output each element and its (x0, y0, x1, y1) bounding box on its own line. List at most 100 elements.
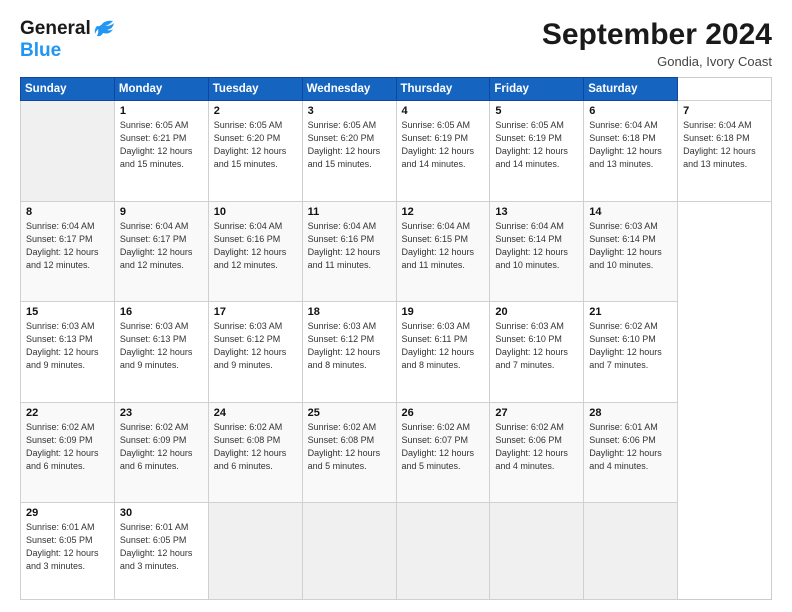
calendar-cell: 28 Sunrise: 6:01 AMSunset: 6:06 PMDayligh… (584, 402, 678, 503)
calendar-cell (584, 503, 678, 600)
day-info: Sunrise: 6:02 AMSunset: 6:09 PMDaylight:… (26, 421, 110, 473)
day-number: 13 (495, 206, 579, 218)
calendar-week-3: 15 Sunrise: 6:03 AMSunset: 6:13 PMDayligh… (21, 302, 772, 403)
day-number: 12 (402, 206, 486, 218)
header: General Blue September 2024 Gondia, Ivor… (20, 18, 772, 69)
calendar-week-5: 29 Sunrise: 6:01 AMSunset: 6:05 PMDayligh… (21, 503, 772, 600)
day-number: 7 (683, 105, 767, 117)
location: Gondia, Ivory Coast (542, 54, 772, 69)
logo: General Blue (20, 18, 115, 62)
calendar-cell: 20 Sunrise: 6:03 AMSunset: 6:10 PMDayligh… (490, 302, 584, 403)
day-info: Sunrise: 6:03 AMSunset: 6:13 PMDaylight:… (120, 320, 204, 372)
day-info: Sunrise: 6:02 AMSunset: 6:06 PMDaylight:… (495, 421, 579, 473)
calendar-header-saturday: Saturday (584, 78, 678, 101)
day-info: Sunrise: 6:02 AMSunset: 6:08 PMDaylight:… (308, 421, 392, 473)
day-number: 2 (214, 105, 298, 117)
day-info: Sunrise: 6:04 AMSunset: 6:17 PMDaylight:… (120, 220, 204, 272)
day-number: 11 (308, 206, 392, 218)
day-info: Sunrise: 6:02 AMSunset: 6:08 PMDaylight:… (214, 421, 298, 473)
calendar-header-friday: Friday (490, 78, 584, 101)
calendar-cell: 9 Sunrise: 6:04 AMSunset: 6:17 PMDaylight… (114, 201, 208, 302)
calendar-cell: 3Sunrise: 6:05 AMSunset: 6:20 PMDaylight… (302, 101, 396, 202)
logo-bird-icon (93, 19, 115, 39)
day-number: 17 (214, 306, 298, 318)
calendar-cell: 23Sunrise: 6:02 AMSunset: 6:09 PMDayligh… (114, 402, 208, 503)
calendar-cell (21, 101, 115, 202)
day-number: 18 (308, 306, 392, 318)
day-info: Sunrise: 6:01 AMSunset: 6:06 PMDaylight:… (589, 421, 673, 473)
day-number: 9 (120, 206, 204, 218)
calendar-cell: 12 Sunrise: 6:04 AMSunset: 6:15 PMDayligh… (396, 201, 490, 302)
calendar-cell: 30Sunrise: 6:01 AMSunset: 6:05 PMDayligh… (114, 503, 208, 600)
day-number: 29 (26, 507, 110, 519)
day-number: 5 (495, 105, 579, 117)
day-info: Sunrise: 6:05 AMSunset: 6:19 PMDaylight:… (402, 119, 486, 171)
calendar-cell (490, 503, 584, 600)
logo-blue: Blue (20, 40, 115, 62)
page: General Blue September 2024 Gondia, Ivor… (0, 0, 792, 612)
day-number: 8 (26, 206, 110, 218)
day-number: 15 (26, 306, 110, 318)
day-number: 20 (495, 306, 579, 318)
calendar-cell: 24 Sunrise: 6:02 AMSunset: 6:08 PMDayligh… (208, 402, 302, 503)
calendar-cell: 21 Sunrise: 6:02 AMSunset: 6:10 PMDayligh… (584, 302, 678, 403)
day-number: 3 (308, 105, 392, 117)
day-info: Sunrise: 6:03 AMSunset: 6:13 PMDaylight:… (26, 320, 110, 372)
calendar-header-row: SundayMondayTuesdayWednesdayThursdayFrid… (21, 78, 772, 101)
calendar-week-1: 1Sunrise: 6:05 AMSunset: 6:21 PMDaylight… (21, 101, 772, 202)
day-number: 6 (589, 105, 673, 117)
day-number: 23 (120, 407, 204, 419)
month-title: September 2024 (542, 18, 772, 52)
calendar-cell: 14Sunrise: 6:03 AMSunset: 6:14 PMDayligh… (584, 201, 678, 302)
day-number: 21 (589, 306, 673, 318)
day-info: Sunrise: 6:04 AMSunset: 6:17 PMDaylight:… (26, 220, 110, 272)
calendar-cell: 22 Sunrise: 6:02 AMSunset: 6:09 PMDayligh… (21, 402, 115, 503)
day-info: Sunrise: 6:03 AMSunset: 6:10 PMDaylight:… (495, 320, 579, 372)
calendar-cell: 19Sunrise: 6:03 AMSunset: 6:11 PMDayligh… (396, 302, 490, 403)
day-number: 24 (214, 407, 298, 419)
day-info: Sunrise: 6:04 AMSunset: 6:14 PMDaylight:… (495, 220, 579, 272)
day-info: Sunrise: 6:04 AMSunset: 6:18 PMDaylight:… (589, 119, 673, 171)
calendar-cell: 11 Sunrise: 6:04 AMSunset: 6:16 PMDayligh… (302, 201, 396, 302)
day-info: Sunrise: 6:02 AMSunset: 6:07 PMDaylight:… (402, 421, 486, 473)
day-info: Sunrise: 6:05 AMSunset: 6:20 PMDaylight:… (214, 119, 298, 171)
calendar-cell (302, 503, 396, 600)
calendar-cell: 13 Sunrise: 6:04 AMSunset: 6:14 PMDayligh… (490, 201, 584, 302)
calendar-cell: 15 Sunrise: 6:03 AMSunset: 6:13 PMDayligh… (21, 302, 115, 403)
calendar-header-sunday: Sunday (21, 78, 115, 101)
calendar-cell: 27 Sunrise: 6:02 AMSunset: 6:06 PMDayligh… (490, 402, 584, 503)
calendar-cell: 16 Sunrise: 6:03 AMSunset: 6:13 PMDayligh… (114, 302, 208, 403)
calendar-cell: 1Sunrise: 6:05 AMSunset: 6:21 PMDaylight… (114, 101, 208, 202)
calendar-cell: 18Sunrise: 6:03 AMSunset: 6:12 PMDayligh… (302, 302, 396, 403)
day-number: 19 (402, 306, 486, 318)
day-info: Sunrise: 6:04 AMSunset: 6:15 PMDaylight:… (402, 220, 486, 272)
day-number: 25 (308, 407, 392, 419)
day-number: 10 (214, 206, 298, 218)
calendar-cell: 5 Sunrise: 6:05 AMSunset: 6:19 PMDaylight… (490, 101, 584, 202)
title-block: September 2024 Gondia, Ivory Coast (542, 18, 772, 69)
calendar-cell: 26Sunrise: 6:02 AMSunset: 6:07 PMDayligh… (396, 402, 490, 503)
day-number: 27 (495, 407, 579, 419)
day-info: Sunrise: 6:04 AMSunset: 6:16 PMDaylight:… (214, 220, 298, 272)
day-info: Sunrise: 6:05 AMSunset: 6:19 PMDaylight:… (495, 119, 579, 171)
day-info: Sunrise: 6:02 AMSunset: 6:10 PMDaylight:… (589, 320, 673, 372)
calendar-cell: 7 Sunrise: 6:04 AMSunset: 6:18 PMDaylight… (678, 101, 772, 202)
logo-general: General (20, 18, 91, 39)
calendar-cell (208, 503, 302, 600)
calendar-cell: 6 Sunrise: 6:04 AMSunset: 6:18 PMDaylight… (584, 101, 678, 202)
day-number: 14 (589, 206, 673, 218)
day-number: 16 (120, 306, 204, 318)
calendar-header-monday: Monday (114, 78, 208, 101)
day-info: Sunrise: 6:01 AMSunset: 6:05 PMDaylight:… (26, 521, 110, 573)
day-number: 22 (26, 407, 110, 419)
day-info: Sunrise: 6:04 AMSunset: 6:16 PMDaylight:… (308, 220, 392, 272)
day-number: 28 (589, 407, 673, 419)
calendar-header-wednesday: Wednesday (302, 78, 396, 101)
day-number: 1 (120, 105, 204, 117)
calendar-cell: 8 Sunrise: 6:04 AMSunset: 6:17 PMDaylight… (21, 201, 115, 302)
day-info: Sunrise: 6:04 AMSunset: 6:18 PMDaylight:… (683, 119, 767, 171)
calendar-cell: 25 Sunrise: 6:02 AMSunset: 6:08 PMDayligh… (302, 402, 396, 503)
calendar-week-2: 8 Sunrise: 6:04 AMSunset: 6:17 PMDaylight… (21, 201, 772, 302)
calendar-cell (396, 503, 490, 600)
calendar-body: 1Sunrise: 6:05 AMSunset: 6:21 PMDaylight… (21, 101, 772, 600)
